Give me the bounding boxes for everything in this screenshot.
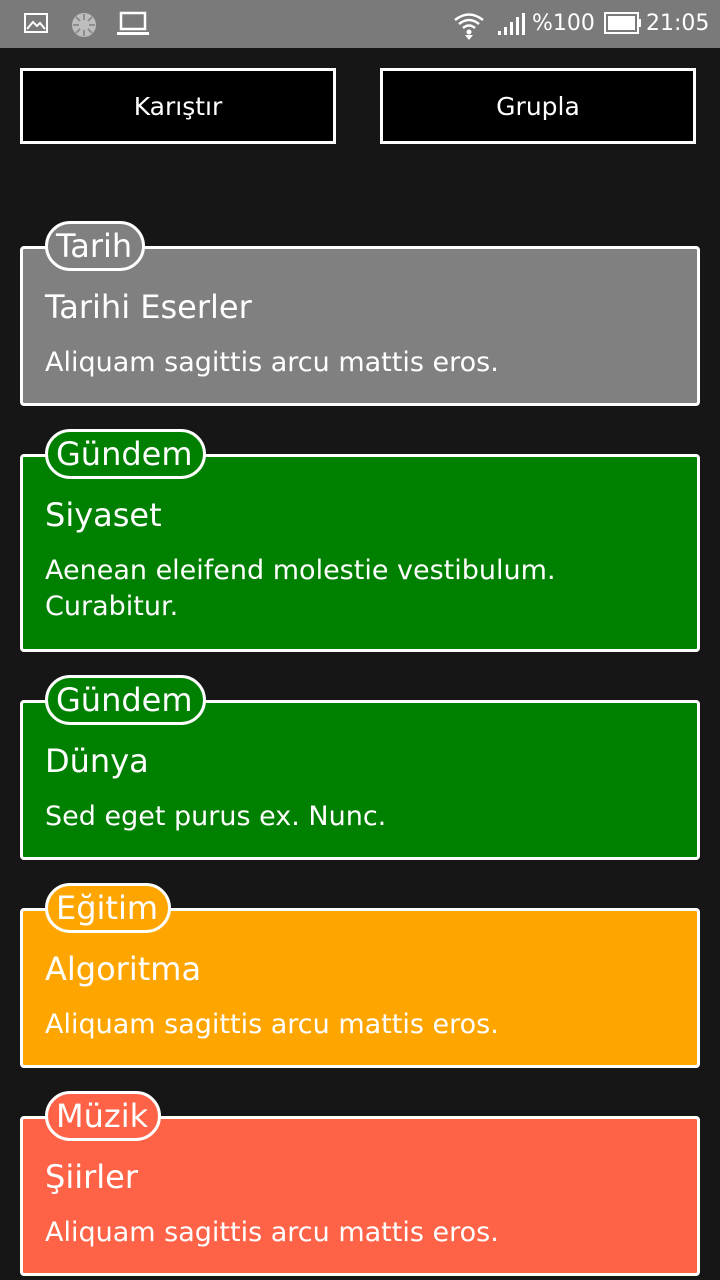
card-description: Aliquam sagittis arcu mattis eros. — [45, 1217, 499, 1248]
list-item[interactable]: Tarih Tarihi Eserler Aliquam sagittis ar… — [20, 221, 700, 406]
category-tag: Tarih — [45, 221, 146, 271]
category-tag: Gündem — [45, 429, 206, 479]
app-screen: %100 21:05 Karıştır Grupla Tarih Tarihi … — [0, 0, 720, 1280]
card-title: Dünya — [45, 742, 149, 780]
list-item[interactable]: Eğitim Algoritma Aliquam sagittis arcu m… — [20, 883, 700, 1068]
group-button-label: Grupla — [496, 91, 580, 121]
clock: 21:05 — [646, 11, 710, 36]
category-tag: Gündem — [45, 675, 206, 725]
laptop-icon — [117, 11, 149, 35]
shuffle-button[interactable]: Karıştır — [20, 68, 336, 144]
group-button[interactable]: Grupla — [380, 68, 696, 144]
list-item[interactable]: Gündem Dünya Sed eget purus ex. Nunc. — [20, 675, 700, 860]
card-description: Aliquam sagittis arcu mattis eros. — [45, 1009, 499, 1040]
category-tag: Müzik — [45, 1091, 162, 1141]
battery-percentage: %100 — [532, 11, 595, 36]
list-item[interactable]: Gündem Siyaset Aenean eleifend molestie … — [20, 429, 700, 652]
shuffle-button-label: Karıştır — [133, 91, 223, 121]
status-bar: %100 21:05 — [0, 0, 720, 48]
card-title: Tarihi Eserler — [45, 288, 252, 326]
list-item[interactable]: Müzik Şiirler Aliquam sagittis arcu matt… — [20, 1091, 700, 1276]
card-title: Siyaset — [45, 496, 162, 534]
card-description: Sed eget purus ex. Nunc. — [45, 801, 387, 832]
gallery-icon — [24, 13, 48, 33]
card-title: Algoritma — [45, 950, 202, 988]
card-description: Aliquam sagittis arcu mattis eros. — [45, 347, 499, 378]
category-tag: Eğitim — [45, 883, 172, 933]
loading-icon — [72, 13, 96, 37]
card-description: Aenean eleifend molestie vestibulum. Cur… — [45, 555, 556, 622]
wifi-icon — [454, 13, 484, 40]
signal-icon — [498, 13, 525, 35]
card-title: Şiirler — [45, 1158, 138, 1196]
battery-icon — [604, 12, 641, 34]
